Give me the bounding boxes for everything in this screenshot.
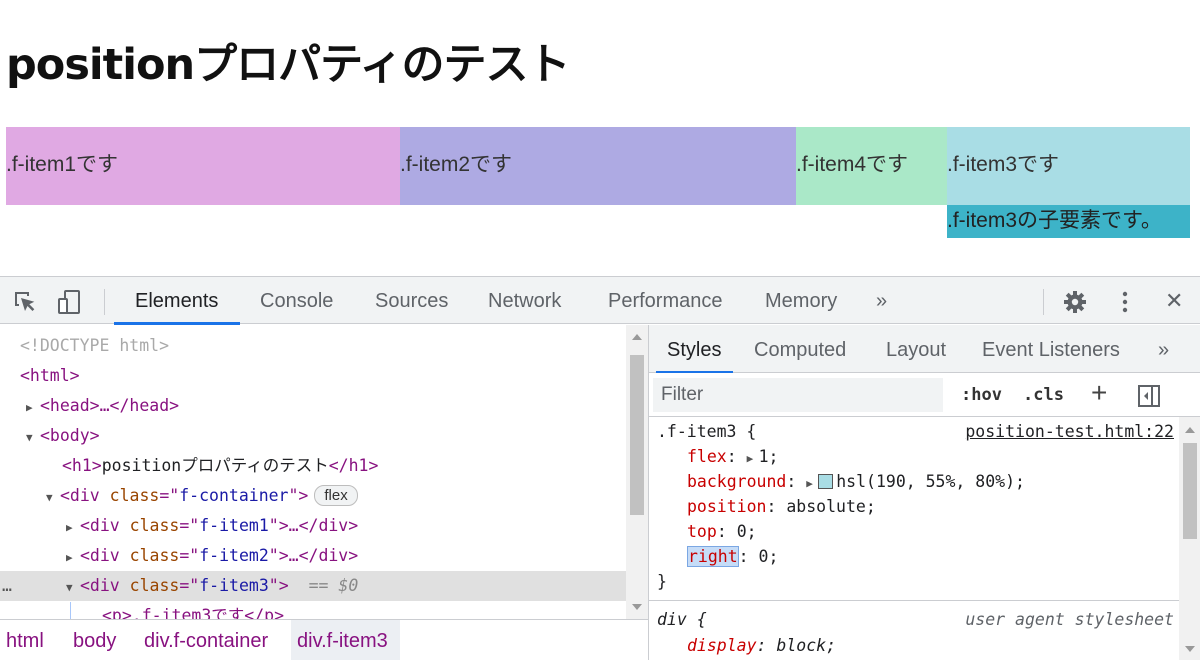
- filter-input[interactable]: [653, 378, 943, 412]
- tab-event-listeners[interactable]: Event Listeners: [982, 325, 1120, 373]
- tab-memory[interactable]: Memory: [765, 277, 837, 324]
- tab-styles[interactable]: Styles: [655, 325, 735, 374]
- expand-triangle-icon[interactable]: ▶: [66, 543, 80, 573]
- devtools-toolbar: Elements Console Sources Network Perform…: [0, 277, 1200, 325]
- collapse-triangle-icon[interactable]: ▼: [46, 483, 60, 513]
- tab-console[interactable]: Console: [260, 277, 333, 324]
- scroll-up-icon[interactable]: [632, 334, 642, 340]
- collapse-triangle-icon[interactable]: ▼: [26, 423, 40, 453]
- more-tabs-icon[interactable]: »: [876, 277, 887, 324]
- expand-triangle-icon[interactable]: ▶: [66, 513, 80, 543]
- selected-node-marker: == $0: [308, 576, 359, 595]
- decl-top[interactable]: top: 0;: [657, 519, 757, 544]
- styles-tabbar: Styles Computed Layout Event Listeners »: [649, 325, 1200, 374]
- tab-sources[interactable]: Sources: [375, 277, 448, 324]
- flex-item-3: .f-item3です: [947, 127, 1190, 205]
- dom-node-p[interactable]: <p>.f-item3です</p>: [0, 601, 626, 619]
- dom-node-h1[interactable]: <h1>positionプロパティのテスト</h1>: [0, 451, 626, 481]
- devtools-panel: Elements Console Sources Network Perform…: [0, 276, 1200, 660]
- user-agent-label: user agent stylesheet: [965, 610, 1174, 629]
- rule-divider: [649, 600, 1179, 601]
- more-actions-icon[interactable]: …: [2, 571, 12, 601]
- expand-triangle-icon[interactable]: ▶: [747, 446, 759, 471]
- color-swatch[interactable]: [818, 474, 834, 489]
- styles-scrollbar[interactable]: [1179, 417, 1200, 660]
- breadcrumb-html[interactable]: html: [0, 620, 50, 660]
- tab-computed[interactable]: Computed: [754, 325, 846, 373]
- breadcrumb-f-container[interactable]: div.f-container: [138, 620, 274, 660]
- decl-display: display: block;: [687, 636, 837, 655]
- kebab-menu-icon[interactable]: [1112, 289, 1138, 315]
- decl-background[interactable]: background: ▶ hsl(190, 55%, 80%);: [657, 469, 1025, 494]
- rule-selector-div: div {: [657, 610, 707, 629]
- scroll-down-icon[interactable]: [632, 604, 642, 610]
- cls-button[interactable]: .cls: [1023, 381, 1064, 409]
- toolbar-divider: [104, 289, 105, 315]
- breadcrumb-body[interactable]: body: [67, 620, 122, 660]
- inspect-element-icon[interactable]: [12, 289, 38, 315]
- style-rules: .f-item3 { position-test.html:22 flex: ▶…: [649, 417, 1179, 660]
- dom-node-f-item3-selected[interactable]: … ▼ <div class="f-item3"> == $0: [0, 571, 626, 601]
- toolbar-divider: [1043, 289, 1044, 315]
- styles-filter-bar: :hov .cls +: [649, 373, 1200, 417]
- breadcrumb: html body div.f-container div.f-item3: [0, 619, 648, 660]
- dom-scrollbar[interactable]: [626, 325, 648, 619]
- flex-badge[interactable]: flex: [314, 485, 358, 506]
- highlighted-property[interactable]: right: [687, 546, 739, 567]
- tab-elements[interactable]: Elements: [113, 277, 241, 325]
- hov-button[interactable]: :hov: [961, 381, 1002, 409]
- rule-source-link[interactable]: position-test.html:22: [965, 419, 1174, 444]
- scrollbar-thumb[interactable]: [630, 355, 644, 515]
- dom-tree: <!DOCTYPE html> <html> ▶ <head>…</head> ▼…: [0, 325, 626, 619]
- rule-close-brace: }: [657, 572, 667, 591]
- flex-item-3-child: .f-item3の子要素です。: [947, 205, 1190, 238]
- page-title: positionプロパティのテスト: [6, 40, 571, 90]
- rule-selector-f-item3[interactable]: .f-item3 {: [657, 419, 756, 444]
- dom-node-f-container[interactable]: ▼ <div class="f-container"> flex: [0, 481, 626, 511]
- dom-node-head[interactable]: ▶ <head>…</head>: [0, 391, 626, 421]
- collapse-triangle-icon[interactable]: ▼: [66, 573, 80, 603]
- breadcrumb-f-item3[interactable]: div.f-item3: [291, 620, 400, 660]
- dom-node-html[interactable]: <html>: [0, 361, 626, 391]
- decl-position[interactable]: position: absolute;: [657, 494, 876, 519]
- flex-item-2: .f-item2です: [400, 127, 796, 205]
- new-rule-button[interactable]: +: [1091, 377, 1107, 409]
- dom-node-f-item1[interactable]: ▶ <div class="f-item1">…</div>: [0, 511, 626, 541]
- tab-performance[interactable]: Performance: [608, 277, 723, 324]
- scrollbar-thumb[interactable]: [1183, 443, 1197, 539]
- toggle-sidebar-icon[interactable]: [1136, 383, 1162, 409]
- close-icon[interactable]: ✕: [1165, 277, 1183, 324]
- more-tabs-icon[interactable]: »: [1158, 325, 1169, 373]
- flex-item-1: .f-item1です: [6, 127, 400, 205]
- flex-item-4: .f-item4です: [796, 127, 947, 205]
- page-preview: positionプロパティのテスト .f-item1です .f-item2です …: [0, 0, 1200, 276]
- dom-node-body[interactable]: ▼ <body>: [0, 421, 626, 451]
- indent-guide: [70, 602, 71, 620]
- dom-node-f-item2[interactable]: ▶ <div class="f-item2">…</div>: [0, 541, 626, 571]
- expand-triangle-icon[interactable]: ▶: [26, 393, 40, 423]
- styles-pane: Styles Computed Layout Event Listeners »…: [648, 325, 1200, 660]
- decl-right[interactable]: right: 0;: [657, 544, 778, 569]
- scroll-down-icon[interactable]: [1185, 646, 1195, 652]
- tab-layout[interactable]: Layout: [886, 325, 946, 373]
- scroll-up-icon[interactable]: [1185, 427, 1195, 433]
- decl-flex[interactable]: flex: ▶ 1;: [657, 444, 779, 469]
- expand-triangle-icon[interactable]: ▶: [806, 471, 818, 496]
- tab-network[interactable]: Network: [488, 277, 561, 324]
- dom-node-doctype[interactable]: <!DOCTYPE html>: [0, 331, 626, 361]
- device-toolbar-icon[interactable]: [56, 289, 82, 315]
- gear-icon[interactable]: [1062, 289, 1088, 315]
